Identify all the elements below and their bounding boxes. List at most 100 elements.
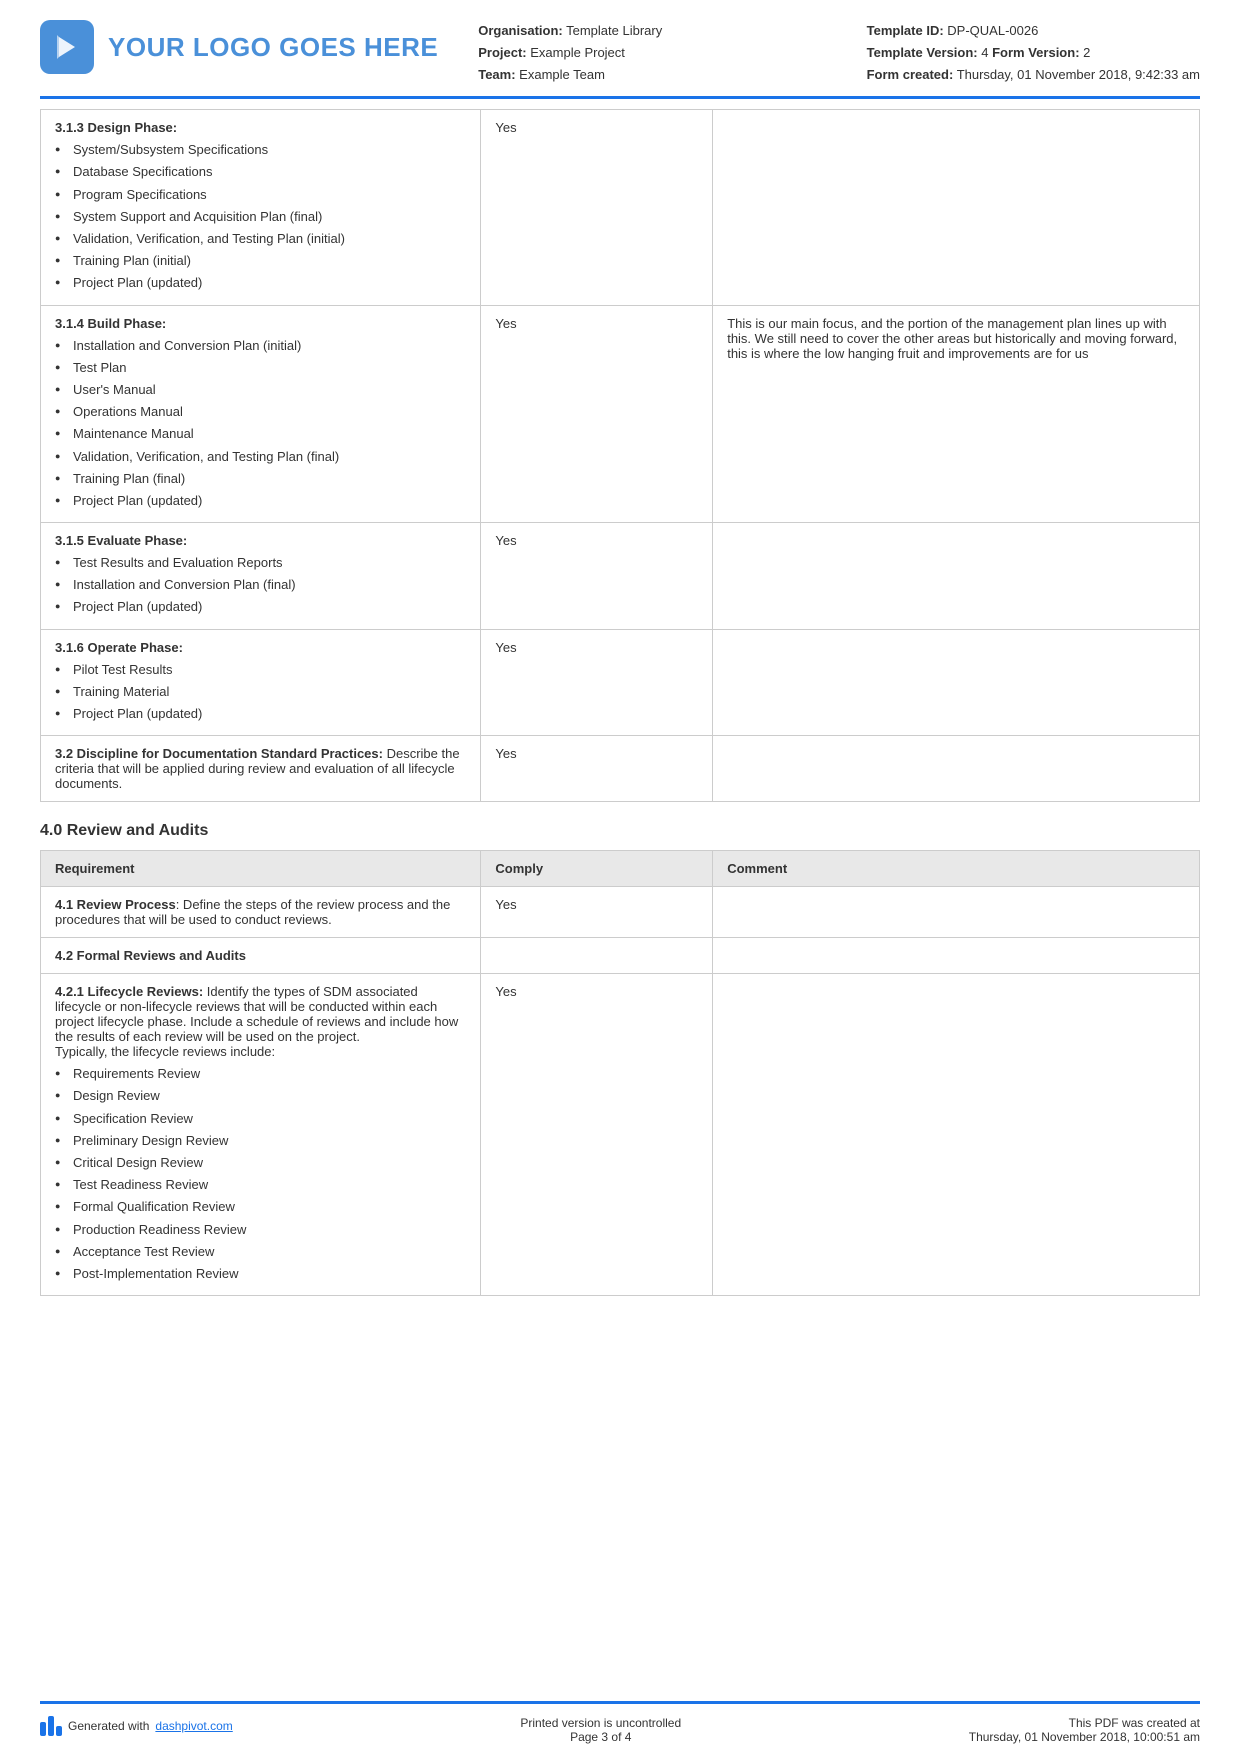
main-content: 3.1.3 Design Phase: System/Subsystem Spec… [40,99,1200,1701]
list-item: Training Plan (initial) [55,250,466,272]
table-row: 4.1 Review Process: Define the steps of … [41,887,1200,938]
dashpivot-link[interactable]: dashpivot.com [155,1719,232,1733]
template-id-value: DP-QUAL-0026 [947,23,1038,38]
list-item: Project Plan (updated) [55,490,466,512]
bullet-list: System/Subsystem SpecificationsDatabase … [55,139,466,294]
bullet-list: Requirements ReviewDesign ReviewSpecific… [55,1063,466,1285]
list-item: Test Plan [55,357,466,379]
list-item: Test Readiness Review [55,1174,466,1196]
phase-title: 3.1.3 Design Phase: [55,120,466,135]
review-heading: 4.0 Review and Audits [40,822,1200,840]
requirement-cell: 4.1 Review Process: Define the steps of … [41,887,481,938]
comment-cell [713,736,1200,802]
list-item: Maintenance Manual [55,423,466,445]
list-item: Specification Review [55,1108,466,1130]
template-version-value: 4 [981,45,988,60]
list-item: System/Subsystem Specifications [55,139,466,161]
footer-bar-3 [56,1726,62,1736]
table-row: 3.1.4 Build Phase:Installation and Conve… [41,305,1200,523]
bullet-list: Installation and Conversion Plan (initia… [55,335,466,513]
section-table: 3.1.3 Design Phase: System/Subsystem Spec… [40,109,1200,802]
comply-cell: Yes [481,523,713,630]
table-row: 3.1.5 Evaluate Phase:Test Results and Ev… [41,523,1200,630]
org-value: Template Library [566,23,662,38]
comply-cell: Yes [481,736,713,802]
comply-cell: Yes [481,974,713,1296]
review-table-head: Requirement Comply Comment [41,851,1200,887]
list-item: Project Plan (updated) [55,703,466,725]
list-item: Acceptance Test Review [55,1241,466,1263]
row-heading: 4.2 Formal Reviews and Audits [55,948,246,963]
requirement-cell: 4.2.1 Lifecycle Reviews: Identify the ty… [41,974,481,1296]
list-item: Critical Design Review [55,1152,466,1174]
generated-text: Generated with [68,1719,149,1733]
table-row: 4.2.1 Lifecycle Reviews: Identify the ty… [41,974,1200,1296]
row-label: 4.1 Review Process [55,897,176,912]
comply-cell: Yes [481,305,713,523]
list-item: Post-Implementation Review [55,1263,466,1285]
comment-cell [713,629,1200,736]
review-table: Requirement Comply Comment 4.1 Review Pr… [40,850,1200,1296]
comply-cell: Yes [481,110,713,305]
form-version-value: 2 [1083,45,1090,60]
table-row: 4.2 Formal Reviews and Audits [41,938,1200,974]
list-item: Preliminary Design Review [55,1130,466,1152]
team-label: Team: [478,67,515,82]
requirement-cell: 3.1.5 Evaluate Phase:Test Results and Ev… [41,523,481,630]
template-version-label: Template Version: [867,45,978,60]
table-row: 3.2 Discipline for Documentation Standar… [41,736,1200,802]
template-id-row: Template ID: DP-QUAL-0026 [867,20,1200,42]
comment-cell [713,887,1200,938]
list-item: Project Plan (updated) [55,272,466,294]
footer-center: Printed version is uncontrolledPage 3 of… [520,1716,681,1744]
list-item: Pilot Test Results [55,659,466,681]
table-row: 3.1.3 Design Phase: System/Subsystem Spec… [41,110,1200,305]
list-item: Installation and Conversion Plan (initia… [55,335,466,357]
list-item: Validation, Verification, and Testing Pl… [55,228,466,250]
list-item: Requirements Review [55,1063,466,1085]
row-description: Typically, the lifecycle reviews include… [55,1044,275,1059]
comment-cell [713,938,1200,974]
form-created-value: Thursday, 01 November 2018, 9:42:33 am [957,67,1200,82]
header-right: Template ID: DP-QUAL-0026 Template Versi… [867,20,1200,86]
requirement-cell: 4.2 Formal Reviews and Audits [41,938,481,974]
phase-title: 3.1.6 Operate Phase: [55,640,466,655]
list-item: Project Plan (updated) [55,596,466,618]
bullet-list: Pilot Test ResultsTraining MaterialProje… [55,659,466,726]
col-requirement: Requirement [41,851,481,887]
pdf-created: This PDF was created atThursday, 01 Nove… [969,1716,1200,1744]
bullet-list: Test Results and Evaluation ReportsInsta… [55,552,466,619]
template-id-label: Template ID: [867,23,944,38]
logo-icon [40,20,94,74]
footer-logo-icon [40,1716,62,1736]
requirement-cell: 3.1.4 Build Phase:Installation and Conve… [41,305,481,523]
list-item: Database Specifications [55,161,466,183]
table-row: 3.1.6 Operate Phase: Pilot Test ResultsTr… [41,629,1200,736]
list-item: Training Plan (final) [55,468,466,490]
phase-title: 3.2 Discipline for Documentation Standar… [55,746,383,761]
footer-bar-1 [40,1722,46,1736]
list-item: User's Manual [55,379,466,401]
footer: Generated with dashpivot.com Printed ver… [40,1701,1200,1754]
project-row: Project: Example Project [478,42,866,64]
comment-cell: This is our main focus, and the portion … [713,305,1200,523]
logo-section: YOUR LOGO GOES HERE [40,20,438,74]
review-header-row: Requirement Comply Comment [41,851,1200,887]
comply-cell [481,938,713,974]
page-info: Printed version is uncontrolledPage 3 of… [520,1716,681,1744]
header-meta: Organisation: Template Library Project: … [478,20,866,86]
list-item: Test Results and Evaluation Reports [55,552,466,574]
org-label: Organisation: [478,23,563,38]
org-row: Organisation: Template Library [478,20,866,42]
col-comment: Comment [713,851,1200,887]
form-created-label: Form created: [867,67,954,82]
form-created-row: Form created: Thursday, 01 November 2018… [867,64,1200,86]
footer-bar-2 [48,1716,54,1736]
row-label: 4.2.1 Lifecycle Reviews: [55,984,203,999]
requirement-cell: 3.1.3 Design Phase: System/Subsystem Spec… [41,110,481,305]
comply-cell: Yes [481,629,713,736]
list-item: System Support and Acquisition Plan (fin… [55,206,466,228]
list-item: Formal Qualification Review [55,1196,466,1218]
page-wrapper: YOUR LOGO GOES HERE Organisation: Templa… [0,0,1240,1754]
team-row: Team: Example Team [478,64,866,86]
